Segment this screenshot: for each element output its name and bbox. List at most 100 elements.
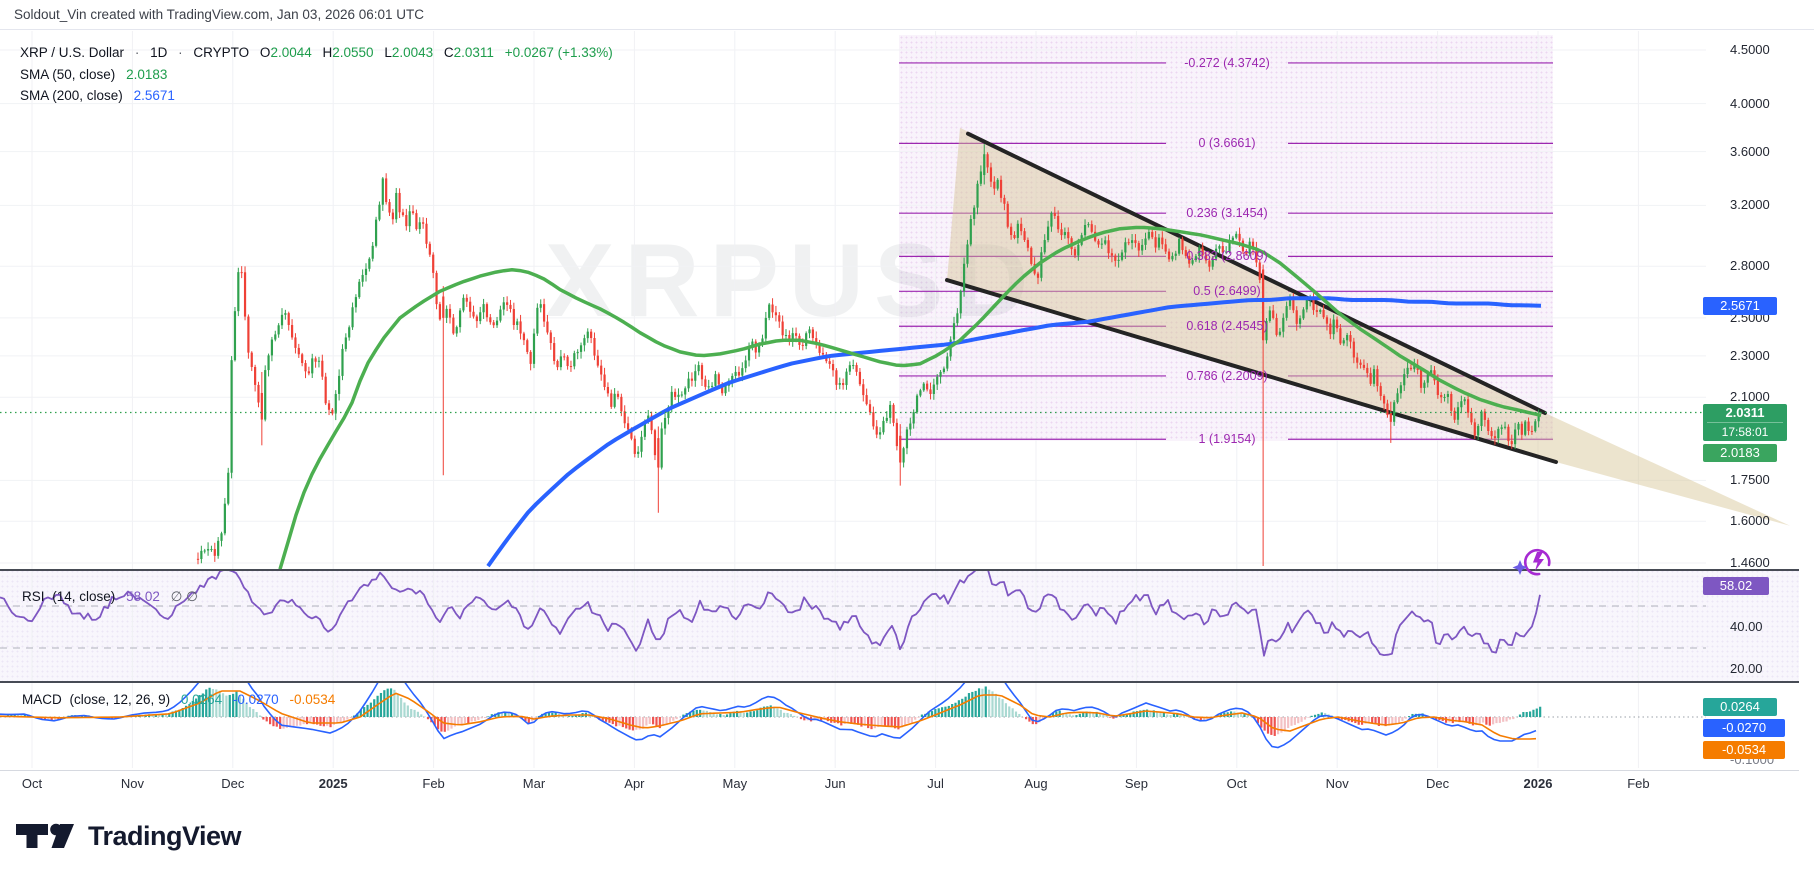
chart-canvas[interactable] xyxy=(0,0,1814,874)
candle-body xyxy=(855,365,857,372)
macd-histogram-bar xyxy=(726,714,728,717)
candle-body xyxy=(597,356,599,366)
rsi-legend-row[interactable]: RSI (14, close) 58.02 ∅ ∅ xyxy=(22,589,198,605)
tradingview-logo[interactable]: TradingView xyxy=(15,816,241,856)
sma200-price-badge: 2.5671 xyxy=(1703,297,1777,315)
candle-body xyxy=(842,383,844,385)
rsi-label: RSI xyxy=(22,589,45,604)
macd-histogram-bar xyxy=(988,690,990,717)
candle-body xyxy=(466,298,468,302)
macd-histogram-bar xyxy=(914,717,916,720)
candle-body xyxy=(903,448,905,462)
candle-body xyxy=(204,551,206,552)
macd-histogram-bar xyxy=(568,716,570,717)
candle-body xyxy=(372,246,374,259)
macd-histogram-bar xyxy=(1012,708,1014,717)
macd-histogram-bar xyxy=(1274,717,1276,736)
candle-body xyxy=(997,180,999,189)
candle-body xyxy=(1114,256,1116,261)
macd-histogram-bar xyxy=(474,717,476,721)
candle-body xyxy=(378,205,380,220)
candle-body xyxy=(976,184,978,208)
candle-body xyxy=(916,396,918,413)
candle-body xyxy=(681,395,683,396)
candle-body xyxy=(442,296,444,317)
candle-body xyxy=(876,426,878,434)
candle-body xyxy=(1101,244,1103,245)
macd-histogram-bar xyxy=(1371,717,1373,723)
sma50-legend-row[interactable]: SMA (50, close) 2.0183 xyxy=(20,67,167,82)
candle-body xyxy=(1007,204,1009,227)
candle-body xyxy=(1111,253,1113,255)
macd-histogram-bar xyxy=(786,713,788,717)
macd-histogram-bar xyxy=(968,693,970,717)
candle-body xyxy=(247,317,249,353)
candle-body xyxy=(345,337,347,348)
candle-body xyxy=(237,272,239,311)
candle-body xyxy=(993,182,995,189)
tradingview-published-chart: Soldout_Vin created with TradingView.com… xyxy=(0,0,1814,874)
price-axis-label: 1.6000 xyxy=(1730,513,1770,528)
candle-body xyxy=(1353,342,1355,358)
macd-histogram-bar xyxy=(1102,715,1104,717)
candle-body xyxy=(1440,395,1442,397)
candle-body xyxy=(1336,320,1338,329)
macd-histogram-bar xyxy=(427,717,429,719)
bar-countdown-timer: 17:58:01 xyxy=(1707,422,1783,441)
macd-histogram-bar xyxy=(746,713,748,717)
candle-body xyxy=(1235,234,1237,238)
macd-histogram-bar xyxy=(995,694,997,717)
lightning-bolt-icon[interactable] xyxy=(1508,540,1560,584)
candle-body xyxy=(711,386,713,387)
sma200-legend-row[interactable]: SMA (200, close) 2.5671 xyxy=(20,88,175,103)
candle-body xyxy=(546,322,548,333)
rsi-axis-label: 20.00 xyxy=(1730,661,1763,676)
macd-histogram-bar xyxy=(1495,717,1497,723)
candle-body xyxy=(741,368,743,375)
candle-body xyxy=(1017,224,1019,238)
candle-body xyxy=(362,275,364,282)
candle-body xyxy=(304,363,306,371)
candle-body xyxy=(1407,368,1409,374)
candle-body xyxy=(879,432,881,434)
candle-body xyxy=(724,386,726,394)
macd-histogram-bar xyxy=(1539,707,1541,717)
macd-histogram-bar xyxy=(1290,717,1292,726)
candle-body xyxy=(1400,385,1402,393)
candle-body xyxy=(906,429,908,448)
fib-level-label: 0 (3.6661) xyxy=(1199,136,1256,150)
macd-histogram-bar xyxy=(565,716,567,717)
candle-body xyxy=(1531,431,1533,432)
candle-body xyxy=(812,329,814,338)
fib-level-label: -0.272 (4.3742) xyxy=(1184,56,1269,70)
candle-body xyxy=(519,321,521,333)
candle-body xyxy=(483,304,485,312)
macd-histogram-bar xyxy=(1173,714,1175,717)
candle-body xyxy=(802,345,804,346)
macd-histogram-bar xyxy=(1529,711,1531,717)
pane-separator[interactable] xyxy=(0,681,1799,683)
candle-body xyxy=(543,304,545,321)
macd-legend-row[interactable]: MACD (close, 12, 26, 9) 0.0264 -0.0270 -… xyxy=(22,692,335,707)
symbol-legend-row[interactable]: XRP / U.S. Dollar · 1D · CRYPTO O2.0044 … xyxy=(20,45,613,60)
candle-body xyxy=(412,211,414,213)
candle-body xyxy=(331,410,333,414)
candle-body xyxy=(657,438,659,467)
macd-histogram-bar xyxy=(329,717,331,727)
candle-body xyxy=(661,428,663,467)
macd-histogram-bar xyxy=(756,710,758,717)
macd-histogram-bar xyxy=(669,717,671,723)
candle-body xyxy=(1306,300,1308,310)
candle-body xyxy=(1437,380,1439,395)
candle-body xyxy=(439,304,441,319)
candle-body xyxy=(392,213,394,220)
candle-body xyxy=(845,372,847,385)
macd-histogram-bar xyxy=(1368,717,1370,723)
candle-body xyxy=(869,404,871,412)
candle-body xyxy=(926,384,928,390)
candle-body xyxy=(980,172,982,184)
candle-body xyxy=(429,244,431,255)
macd-histogram-bar xyxy=(753,711,755,717)
candle-body xyxy=(960,291,962,313)
candle-body xyxy=(1131,240,1133,243)
